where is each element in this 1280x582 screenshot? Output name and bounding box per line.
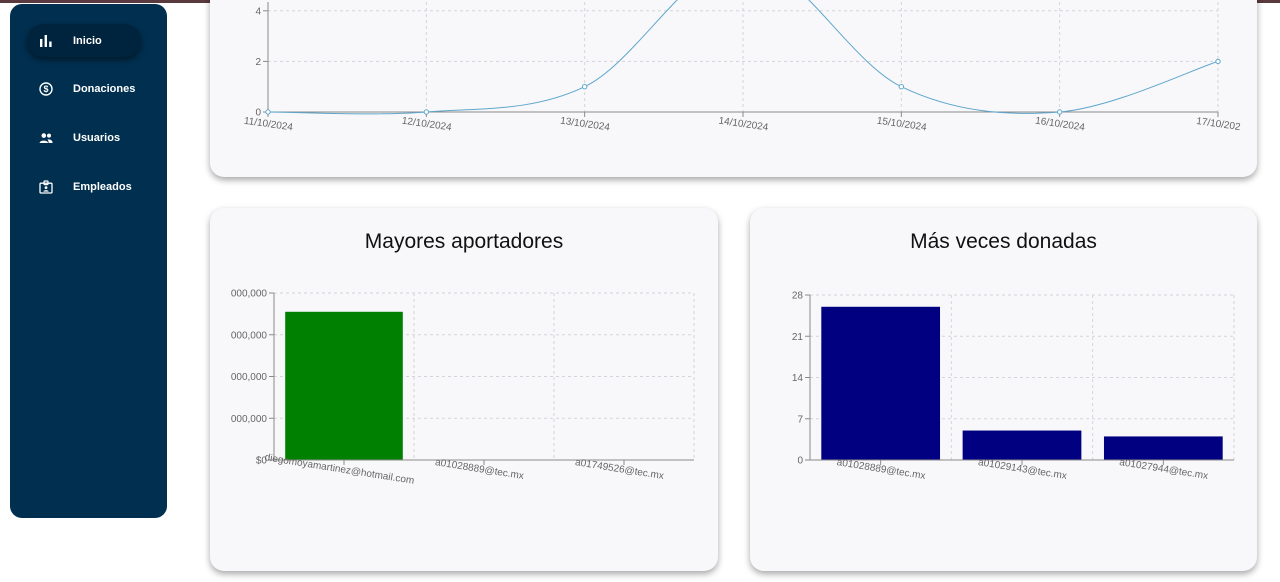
line-point	[423, 109, 430, 115]
bar-chart-icon	[38, 33, 54, 49]
x-tick-label: 11/10/2024	[243, 116, 294, 134]
sidebar-item-donaciones[interactable]: $ Donaciones	[27, 72, 141, 105]
people-icon	[38, 130, 54, 146]
x-tick-label: 13/10/2024	[559, 116, 611, 134]
id-badge-icon	[38, 179, 54, 195]
x-tick-label: 14/10/2024	[718, 116, 770, 134]
sidebar-item-label: Usuarios	[73, 131, 121, 144]
x-tick-label: 16/10/2024	[1034, 116, 1086, 134]
bar	[285, 311, 403, 460]
y-tick-label: 000,000	[231, 289, 268, 300]
line-point	[1215, 58, 1221, 65]
y-tick-label: 000,000	[231, 372, 268, 383]
line-point	[1056, 109, 1063, 115]
sidebar-item-label: Donaciones	[73, 82, 136, 95]
sidebar-item-label: Inicio	[73, 34, 102, 47]
most-donations-bar-chart: 07142128a01028889@tec.mx a01029143@tec.mx…	[792, 291, 1235, 482]
sidebar-item-label: Empleados	[73, 180, 132, 193]
bar	[821, 306, 941, 460]
line-chart-grid	[267, 2, 1219, 113]
y-tick-label: 28	[792, 291, 804, 302]
top-contributors-card: Mayores aportadores $0 000,000 000,000 000,…	[210, 208, 718, 571]
x-tick-label: 17/10/202	[1196, 116, 1242, 133]
x-tick-label: 12/10/2024	[401, 116, 453, 134]
svg-text:$: $	[43, 84, 48, 94]
bar	[962, 430, 1082, 460]
sidebar: Inicio $ Donaciones Usuarios Empleados	[10, 4, 167, 518]
y-tick-label: 2	[255, 57, 261, 68]
y-tick-label: 4	[255, 6, 261, 17]
sidebar-item-inicio[interactable]: Inicio	[27, 24, 141, 57]
x-tick-label: a01028889@tec.mx	[434, 457, 524, 482]
daily-donations-card: 0 2 4 11/10/2024 12/10/2024 13/10/2024 14/10/2…	[210, 0, 1257, 177]
y-tick-label: 000,000	[231, 330, 268, 341]
y-tick-label: 0	[797, 456, 803, 467]
most-donations-card: Más veces donadas 0 7 14 21 28 a01028889@tec.…	[750, 208, 1257, 571]
sidebar-item-usuarios[interactable]: Usuarios	[27, 121, 141, 154]
x-tick-label: a01749526@tec.mx	[574, 457, 664, 482]
y-tick-label: 21	[792, 332, 804, 343]
x-tick-label: 15/10/2024	[876, 116, 928, 134]
sidebar-item-empleados[interactable]: Empleados	[27, 170, 141, 203]
line-point	[898, 84, 905, 90]
top-contributors-bar-chart: $0000,000000,000000,000000,000diegomoyam…	[231, 289, 695, 487]
y-tick-label: 14	[792, 373, 804, 384]
line-point	[581, 84, 588, 90]
line-chart: 02411/10/2024 12/10/2024 13/10/2024 14/10/2…	[243, 0, 1242, 134]
dollar-circle-icon: $	[38, 81, 54, 97]
y-tick-label: 7	[797, 414, 803, 425]
line-point	[265, 109, 271, 115]
y-tick-label: 000,000	[231, 414, 268, 425]
